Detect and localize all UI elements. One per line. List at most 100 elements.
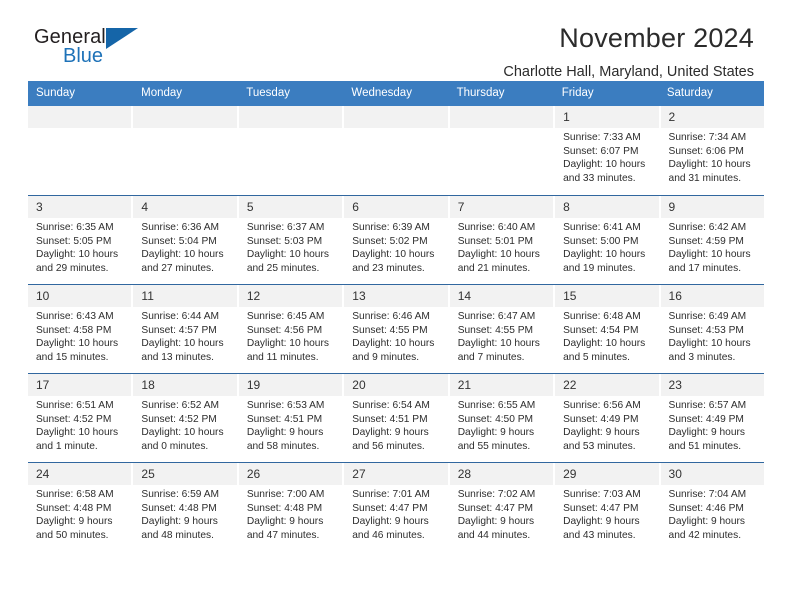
day-cell[interactable]: 19 Sunrise: 6:53 AM Sunset: 4:51 PM Dayligh… [238,374,345,462]
day-info: Sunrise: 6:52 AM Sunset: 4:52 PM Daylight:… [133,396,236,453]
day-cell[interactable]: 6 Sunrise: 6:39 AM Sunset: 5:02 PM Daylight… [344,196,450,284]
day-cell[interactable]: 30 Sunrise: 7:04 AM Sunset: 4:46 PM Dayligh… [660,463,764,551]
day-cell[interactable]: 23 Sunrise: 6:57 AM Sunset: 4:49 PM Dayligh… [660,374,764,462]
daylight-text-line1: Daylight: 10 hours [457,249,540,261]
sunrise-text: Sunrise: 7:00 AM [246,489,325,500]
sunrise-text: Sunrise: 6:40 AM [457,222,536,233]
day-info: Sunrise: 6:36 AM Sunset: 5:04 PM Daylight:… [133,218,236,275]
day-cell[interactable]: 21 Sunrise: 6:55 AM Sunset: 4:50 PM Dayligh… [449,374,556,462]
day-cell[interactable]: 24 Sunrise: 6:58 AM Sunset: 4:48 PM Dayligh… [28,463,134,551]
day-cell[interactable]: 28 Sunrise: 7:02 AM Sunset: 4:47 PM Dayligh… [449,463,556,551]
daylight-text-line2: and 56 minutes. [352,440,425,452]
day-info: Sunrise: 6:53 AM Sunset: 4:51 PM Daylight:… [239,396,342,453]
daylight-text-line2: and 44 minutes. [457,529,531,541]
sunset-text: Sunset: 4:47 PM [563,502,639,514]
daylight-text-line1: Daylight: 10 hours [246,249,329,261]
day-info: Sunrise: 6:41 AM Sunset: 5:00 PM Daylight:… [555,218,658,275]
day-cell[interactable]: 15 Sunrise: 6:48 AM Sunset: 4:54 PM Dayligh… [555,285,661,373]
day-info: Sunrise: 6:44 AM Sunset: 4:57 PM Daylight:… [133,307,236,364]
day-number: 2 [660,106,764,128]
sunset-text: Sunset: 4:54 PM [563,324,639,336]
daylight-text-line2: and 47 minutes. [246,529,320,541]
day-number: 14 [449,285,554,307]
daylight-text-line2: and 46 minutes. [352,529,425,541]
day-cell[interactable]: 4 Sunrise: 6:36 AM Sunset: 5:04 PM Daylight… [133,196,239,284]
day-number: 28 [449,463,554,485]
day-cell[interactable]: 10 Sunrise: 6:43 AM Sunset: 4:58 PM Dayligh… [28,285,134,373]
sunset-text: Sunset: 5:02 PM [352,235,428,247]
sunrise-text: Sunrise: 6:45 AM [246,311,325,322]
daylight-text-line1: Daylight: 10 hours [668,159,751,171]
daylight-text-line2: and 3 minutes. [668,351,736,363]
day-cell[interactable]: 26 Sunrise: 7:00 AM Sunset: 4:48 PM Dayligh… [238,463,345,551]
day-cell[interactable]: 20 Sunrise: 6:54 AM Sunset: 4:51 PM Dayligh… [344,374,450,462]
weekday-tuesday: Tuesday [246,87,290,99]
day-cell[interactable]: 25 Sunrise: 6:59 AM Sunset: 4:48 PM Dayligh… [133,463,239,551]
day-number: 24 [28,463,132,485]
day-info: Sunrise: 6:45 AM Sunset: 4:56 PM Daylight:… [239,307,342,364]
day-cell[interactable]: 7 Sunrise: 6:40 AM Sunset: 5:01 PM Daylight… [449,196,556,284]
daylight-text-line2: and 19 minutes. [563,262,636,274]
sunset-text: Sunset: 4:48 PM [36,502,112,514]
day-cell[interactable]: 16 Sunrise: 6:49 AM Sunset: 4:53 PM Dayligh… [660,285,764,373]
triangle-icon [106,28,138,49]
logo-text-blue: Blue [63,45,104,67]
day-info: Sunrise: 6:59 AM Sunset: 4:48 PM Daylight:… [133,485,236,542]
day-cell[interactable]: 18 Sunrise: 6:52 AM Sunset: 4:52 PM Dayligh… [133,374,239,462]
sunrise-text: Sunrise: 7:02 AM [457,489,536,500]
day-cell[interactable]: 11 Sunrise: 6:44 AM Sunset: 4:57 PM Dayligh… [133,285,239,373]
sunset-text: Sunset: 5:04 PM [141,235,217,247]
sunset-text: Sunset: 5:05 PM [36,235,112,247]
sunrise-text: Sunrise: 6:53 AM [246,400,325,411]
day-cell[interactable]: 29 Sunrise: 7:03 AM Sunset: 4:47 PM Dayligh… [555,463,661,551]
calendar-grid: Sunday Monday Tuesday Wednesday Thursday… [28,81,764,551]
day-number [238,106,343,128]
general-blue-logo[interactable]: General Blue [34,26,164,74]
day-cell[interactable]: 8 Sunrise: 6:41 AM Sunset: 5:00 PM Daylight… [555,196,661,284]
daylight-text-line2: and 9 minutes. [352,351,420,363]
day-cell[interactable]: 17 Sunrise: 6:51 AM Sunset: 4:52 PM Dayligh… [28,374,134,462]
daylight-text-line1: Daylight: 10 hours [141,338,224,350]
day-info: Sunrise: 6:58 AM Sunset: 4:48 PM Daylight:… [28,485,131,542]
day-cell[interactable]: 9 Sunrise: 6:42 AM Sunset: 4:59 PM Daylight… [660,196,764,284]
daylight-text-line2: and 1 minute. [36,440,98,452]
daylight-text-line2: and 58 minutes. [246,440,320,452]
day-cell-empty [449,106,556,195]
sunset-text: Sunset: 4:49 PM [563,413,639,425]
day-cell[interactable]: 5 Sunrise: 6:37 AM Sunset: 5:03 PM Daylight… [238,196,345,284]
daylight-text-line2: and 5 minutes. [563,351,630,363]
sunset-text: Sunset: 4:59 PM [668,235,744,247]
sunset-text: Sunset: 4:50 PM [457,413,534,425]
sunset-text: Sunset: 6:07 PM [563,145,639,157]
day-cell[interactable]: 1 Sunrise: 7:33 AM Sunset: 6:07 PM Daylight… [555,106,661,195]
day-cell[interactable]: 13 Sunrise: 6:46 AM Sunset: 4:55 PM Dayligh… [344,285,450,373]
weekday-saturday: Saturday [666,87,713,99]
day-number: 27 [344,463,448,485]
day-cell[interactable]: 2 Sunrise: 7:34 AM Sunset: 6:06 PM Daylight… [660,106,764,195]
sunrise-text: Sunrise: 6:47 AM [457,311,536,322]
day-cell[interactable]: 14 Sunrise: 6:47 AM Sunset: 4:55 PM Dayligh… [449,285,556,373]
day-info: Sunrise: 6:48 AM Sunset: 4:54 PM Daylight:… [555,307,658,364]
day-info: Sunrise: 6:37 AM Sunset: 5:03 PM Daylight:… [239,218,342,275]
day-number: 18 [133,374,237,396]
day-cell[interactable]: 3 Sunrise: 6:35 AM Sunset: 5:05 PM Daylight… [28,196,134,284]
day-cell[interactable]: 12 Sunrise: 6:45 AM Sunset: 4:56 PM Dayligh… [238,285,345,373]
daylight-text-line1: Daylight: 9 hours [668,427,745,439]
sunset-text: Sunset: 5:03 PM [246,235,323,247]
daylight-text-line1: Daylight: 10 hours [668,249,751,261]
sunset-text: Sunset: 4:48 PM [246,502,323,514]
day-number: 3 [28,196,132,218]
daylight-text-line2: and 48 minutes. [141,529,214,541]
day-cell[interactable]: 27 Sunrise: 7:01 AM Sunset: 4:47 PM Dayligh… [344,463,450,551]
sunset-text: Sunset: 4:53 PM [668,324,744,336]
sunset-text: Sunset: 4:55 PM [352,324,428,336]
day-cell-empty [238,106,345,195]
day-info: Sunrise: 7:02 AM Sunset: 4:47 PM Daylight:… [450,485,553,542]
day-number: 21 [449,374,554,396]
sunrise-text: Sunrise: 6:58 AM [36,489,114,500]
calendar-week-row: 10 Sunrise: 6:43 AM Sunset: 4:58 PM Dayligh… [28,284,764,373]
day-cell[interactable]: 22 Sunrise: 6:56 AM Sunset: 4:49 PM Dayligh… [555,374,661,462]
daylight-text-line1: Daylight: 9 hours [457,516,535,528]
day-number: 11 [133,285,237,307]
sunset-text: Sunset: 4:55 PM [457,324,534,336]
